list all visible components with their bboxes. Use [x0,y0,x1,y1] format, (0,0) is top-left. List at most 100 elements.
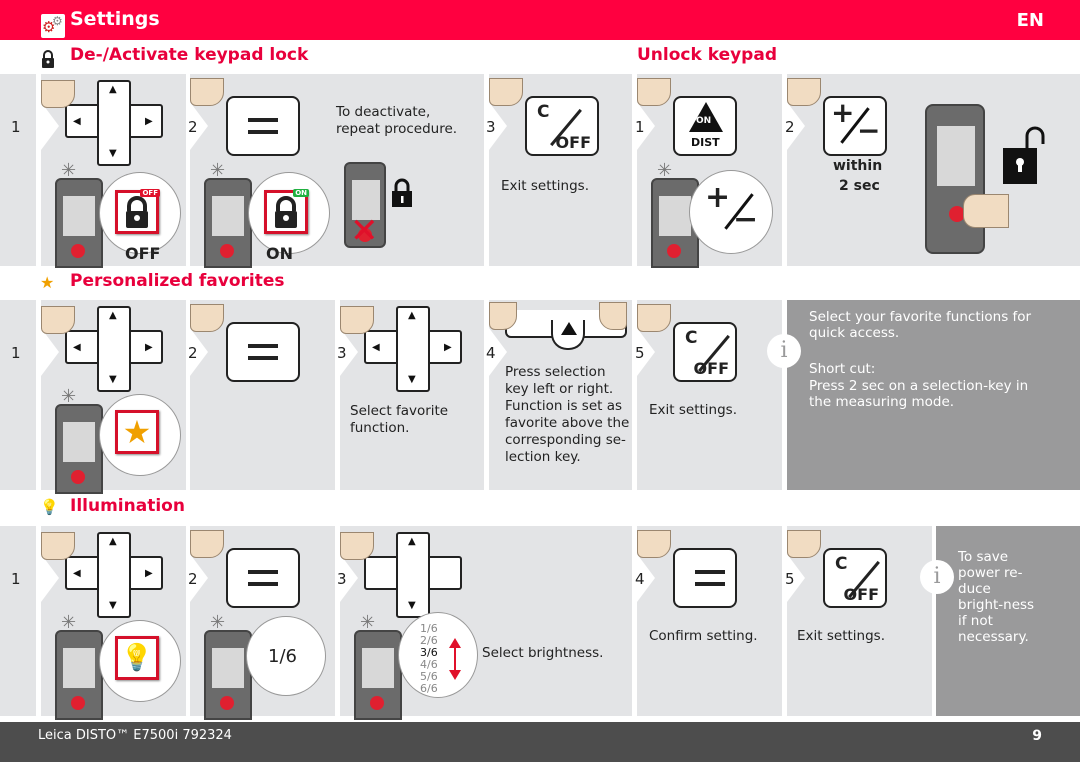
margin-panel [0,300,36,490]
device-icon [204,630,252,720]
finger-icon [41,532,75,560]
pressing-finger-icon [963,194,1009,228]
brightness-levels: 1/6 2/6 3/6 4/6 5/6 6/6 [420,623,438,695]
device-icon [55,630,103,720]
finger-icon [340,306,374,334]
language-label: EN [1016,10,1044,31]
illumination-step-1: 1 ▲ ▼ ◀ ▶ ✳ 💡 [11,526,186,720]
lock-step-1: 1 ▲ ▼ ◀ ▶ ✳ OFF OFF [11,74,186,268]
finger-icon [637,304,671,332]
step-number: 1 [11,344,21,362]
bulb-icon: 💡 [40,498,59,516]
step-number: 5 [785,570,795,588]
exit-settings-text: Exit settings. [501,178,589,194]
step-number: 2 [188,344,198,362]
favorites-step-4: 4 Press selection key left or right. Fun… [486,300,632,490]
finger-icon [489,78,523,106]
press-selection-text: Press selection key left or right. Funct… [505,364,630,465]
on-dist-key-icon: ON DIST [673,96,737,156]
unlock-step-1: 1 ON DIST ✳ + − [635,74,782,268]
finger-icon [489,302,517,330]
clear-off-key-icon: C OFF [525,96,599,156]
lock-on-icon: ON [264,189,309,234]
status-label-on: ON [266,244,293,263]
section-title-favorites: Personalized favorites [70,271,285,291]
margin-panel [0,526,36,716]
navigation-pad-icon: ▲ ▼ ◀ ▶ [65,306,163,392]
info-text: To save power re-duce bright-ness if not… [958,549,1035,645]
equals-key-icon [226,322,300,382]
finger-icon [190,304,224,332]
within-label: within [833,158,883,174]
favorites-step-1: 1 ▲ ▼ ◀ ▶ ✳ ★ [11,300,186,494]
device-icon [55,404,103,494]
equals-key-icon [226,96,300,156]
step-number: 5 [635,344,645,362]
section-title-unlock-keypad: Unlock keypad [637,45,777,65]
page-number: 9 [1032,728,1042,744]
section-title-illumination: Illumination [70,496,185,516]
favorites-info-panel: i Select your favorite functions for qui… [767,300,1080,490]
step-number: 3 [337,344,347,362]
plus-minus-key-icon: + − [823,96,887,156]
step-number: 4 [486,344,496,362]
illumination-step-3: 3 ▲ ▼ ✳ 1/6 2/6 3/6 4/6 5/6 6/6 Select b… [337,526,632,720]
up-down-arrow-icon [448,636,462,686]
brightness-value: 1/6 [268,646,297,667]
finger-icon [41,306,75,334]
step-number: 2 [188,570,198,588]
finger-icon [190,530,224,558]
device-icon [354,630,402,720]
step-arrow [41,328,59,376]
step-number: 2 [188,118,198,136]
step-number: 3 [337,570,347,588]
on-dist-key-icon [551,320,585,350]
page-header: ⚙ ⚙ Settings EN [0,0,1080,40]
up-down-pad-icon: ▲ ▼ [364,532,462,618]
deactivate-instruction: To deactivate, repeat procedure. [336,104,458,137]
plus-minus-icon: + − [705,180,759,237]
illumination-step-5: 5 C OFF Exit settings. [785,526,932,716]
step-number: 2 [785,118,795,136]
level-6: 6/6 [420,682,438,695]
info-icon: i [767,334,801,368]
step-number: 3 [486,118,496,136]
clear-off-key-icon: C OFF [823,548,887,608]
finger-icon [41,80,75,108]
info-text-2: Short cut: [809,361,876,377]
padlock-icon [390,178,414,212]
unlocked-padlock-icon [1001,122,1045,192]
select-favorite-text: Select favorite function. [350,403,449,436]
lock-off-icon: OFF [115,189,160,234]
exit-settings-text: Exit settings. [797,628,885,644]
device-icon [204,178,252,268]
status-label-off: OFF [125,244,161,263]
navigation-pad-icon: ▲ ▼ ◀ ▶ [364,306,462,392]
step-number: 1 [11,118,21,136]
finger-icon [599,302,627,330]
clear-off-key-icon: C OFF [673,322,737,382]
navigation-pad-icon: ▲ ▼ ◀ ▶ [65,80,163,166]
section-title-keypad-lock: De-/Activate keypad lock [70,45,309,65]
info-text-1: Select your favorite functions for quick… [809,309,1032,341]
exit-settings-text: Exit settings. [649,402,737,418]
settings-gear-icon: ⚙ ⚙ [41,14,65,38]
illumination-step-4: 4 Confirm setting. [635,526,782,716]
duration-label: 2 sec [839,178,880,194]
finger-icon [340,532,374,560]
favorites-step-3: 3 ▲ ▼ ◀ ▶ Select favorite function. [337,300,484,490]
equals-key-icon [673,548,737,608]
step-number: 1 [635,118,645,136]
favorite-function-icon: ★ [115,410,159,454]
margin-panel [0,74,36,266]
step-arrow [41,554,59,602]
page-title: Settings [70,8,160,30]
favorite-star-icon: ★ [40,273,55,292]
favorites-step-5: 5 C OFF Exit settings. [635,300,782,490]
illumination-function-icon: 💡 [115,636,159,680]
equals-key-icon [226,548,300,608]
step-number: 1 [11,570,21,588]
cross-mark-icon: ✕ [350,211,379,251]
product-label: Leica DISTO™ E7500i 792324 [38,728,232,743]
finger-icon [637,78,671,106]
